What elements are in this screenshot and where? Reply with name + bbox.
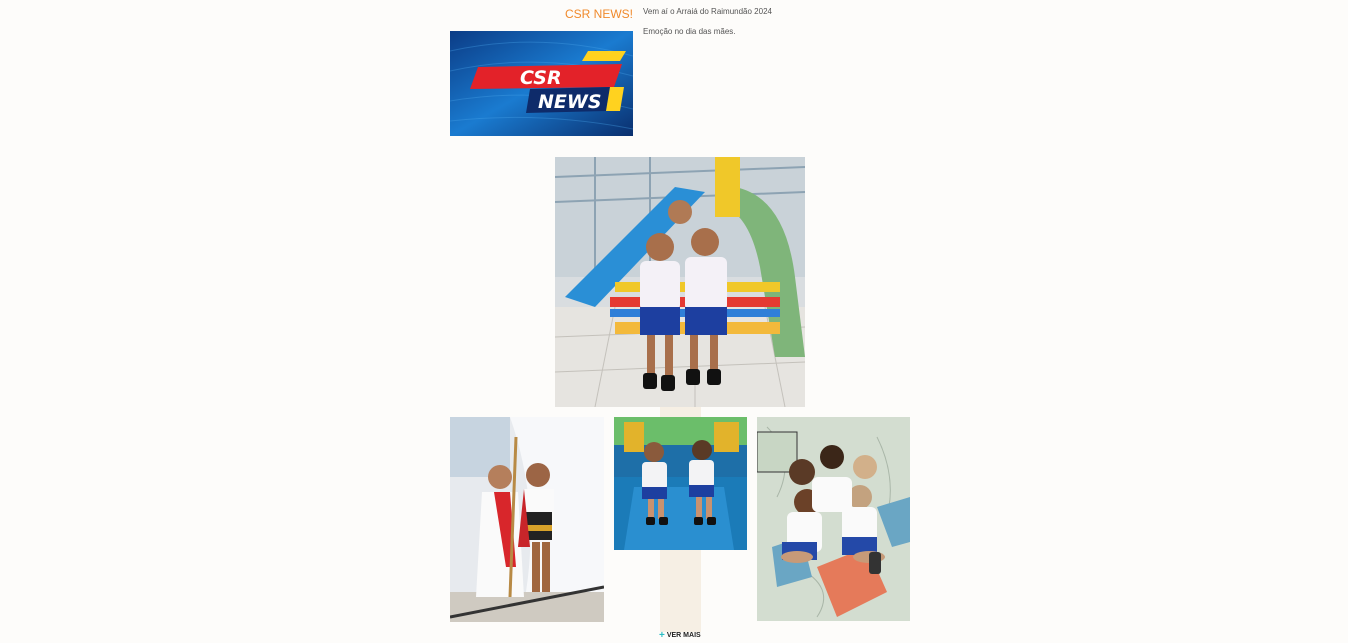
ver-mais-label: VER MAIS — [666, 632, 701, 639]
news-section-title: CSR NEWS! — [564, 7, 633, 21]
news-item-arraia[interactable]: Vem aí o Arraiá do Raimundão 2024 — [643, 6, 943, 17]
logo-text-csr: CSR — [520, 67, 562, 89]
logo-text-news: NEWS — [538, 91, 602, 113]
ver-mais-link[interactable]: + VER MAIS — [659, 630, 701, 641]
news-item-dia-das-maes[interactable]: Emoção no dia das mães. — [643, 26, 943, 37]
photo-girls-hugging[interactable] — [757, 417, 910, 621]
news-list: Vem aí o Arraiá do Raimundão 2024 Emoção… — [643, 6, 943, 46]
photo-children-costumes[interactable] — [450, 417, 604, 622]
photo-girls-on-slide[interactable] — [614, 417, 747, 550]
photo-boys-on-bench[interactable] — [555, 157, 805, 407]
plus-icon: + — [659, 630, 665, 641]
csr-news-logo[interactable]: CSR NEWS — [450, 31, 633, 136]
